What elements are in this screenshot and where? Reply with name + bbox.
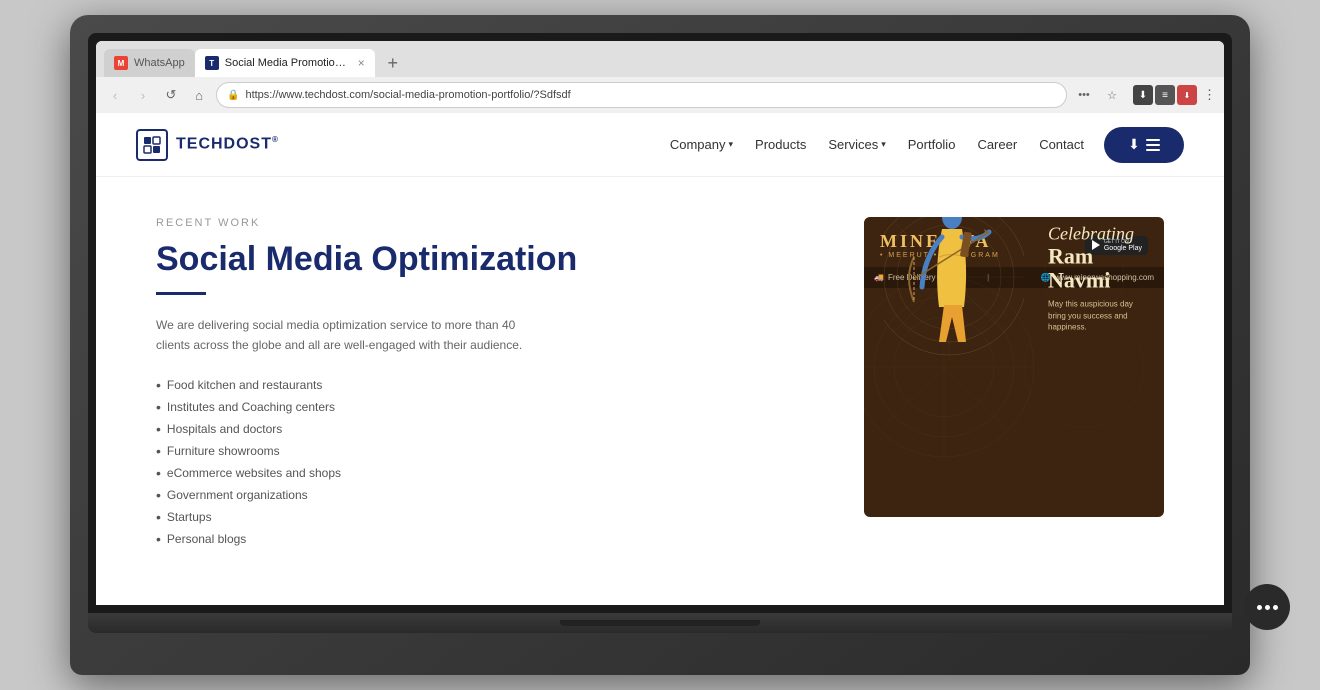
nav-links: Company ▾ Products Services ▾ Portfolio (670, 137, 1084, 152)
minerwa-card: MINERWA • MEERUT • GURUGRAM GET I (864, 217, 1164, 517)
ram-navmi-text: RamNavmi (1048, 244, 1148, 292)
services-label: Services (828, 137, 878, 152)
list-item: Startups (156, 506, 824, 528)
list-item-text: Hospitals and doctors (167, 422, 282, 436)
list-item-text: Government organizations (167, 488, 308, 502)
list-item-text: eCommerce websites and shops (167, 466, 341, 480)
site-logo: TECHDOST® (136, 129, 279, 161)
tab-close-button[interactable]: × (358, 57, 365, 69)
company-label: Company (670, 137, 726, 152)
list-item: Furniture showrooms (156, 440, 824, 462)
tab-bar: M WhatsApp T Social Media Promotion Port… (96, 41, 1224, 77)
chevron-down-icon: ▾ (729, 139, 734, 150)
menu-lines-icon (1146, 139, 1160, 151)
screen-bezel: M WhatsApp T Social Media Promotion Port… (88, 33, 1232, 613)
more-options-button[interactable]: ••• (1073, 84, 1095, 106)
logo-name: TECHDOST (176, 136, 272, 153)
list-item-text: Furniture showrooms (167, 444, 280, 458)
page-description: We are delivering social media optimizat… (156, 315, 536, 356)
nav-services[interactable]: Services ▾ (828, 137, 885, 152)
address-bar[interactable]: 🔒 https://www.techdost.com/social-media-… (216, 82, 1067, 108)
contact-label: Contact (1039, 137, 1084, 152)
nav-portfolio[interactable]: Portfolio (908, 137, 956, 152)
lock-icon: 🔒 (227, 90, 239, 101)
more-options-icon: ••• (1078, 89, 1090, 101)
two-column-layout: RECENT WORK Social Media Optimization We… (156, 217, 1164, 550)
browser-menu-button[interactable]: ⋮ (1203, 87, 1216, 103)
site-navbar: TECHDOST® Company ▾ Products Services (96, 113, 1224, 177)
list-item: Institutes and Coaching centers (156, 396, 824, 418)
nav-company[interactable]: Company ▾ (670, 137, 733, 152)
logo-text: TECHDOST® (176, 135, 279, 153)
forward-button[interactable]: › (132, 84, 154, 106)
nav-products[interactable]: Products (755, 137, 806, 152)
new-tab-button[interactable]: + (379, 49, 407, 77)
laptop-hinge (560, 620, 760, 626)
tab-techdost-label: Social Media Promotion Portfo... (225, 57, 352, 69)
products-label: Products (755, 137, 806, 152)
nav-career[interactable]: Career (977, 137, 1017, 152)
page-content: TECHDOST® Company ▾ Products Services (96, 113, 1224, 605)
logo-icon (136, 129, 168, 161)
page-title: Social Media Optimization (156, 239, 824, 280)
list-item-text: Startups (167, 510, 212, 524)
list-item: Personal blogs (156, 528, 824, 550)
browser-window: M WhatsApp T Social Media Promotion Port… (96, 41, 1224, 605)
menu-line-3 (1146, 149, 1160, 151)
list-item: Hospitals and doctors (156, 418, 824, 440)
right-column: MINERWA • MEERUT • GURUGRAM GET I (864, 217, 1164, 517)
archer-svg (884, 217, 1024, 367)
career-label: Career (977, 137, 1017, 152)
list-item: eCommerce websites and shops (156, 462, 824, 484)
address-bar-row: ‹ › ↺ ⌂ 🔒 https://www.techdost.com/socia… (96, 77, 1224, 113)
celebration-text: Celebrating RamNavmi May this auspicious… (1048, 223, 1148, 332)
nav-contact[interactable]: Contact (1039, 137, 1084, 152)
star-icon: ☆ (1107, 89, 1117, 102)
list-item-text: Food kitchen and restaurants (167, 378, 322, 392)
reload-button[interactable]: ↺ (160, 84, 182, 106)
laptop-base (88, 613, 1232, 633)
title-underline (156, 292, 206, 295)
celebrating-label: Celebrating (1048, 223, 1148, 244)
ext-icon-2[interactable]: ≡ (1155, 85, 1175, 105)
portfolio-label: Portfolio (908, 137, 956, 152)
recent-work-label: RECENT WORK (156, 217, 824, 229)
list-item-text: Institutes and Coaching centers (167, 400, 335, 414)
list-item: Government organizations (156, 484, 824, 506)
archer-illustration (884, 217, 1024, 347)
ext-icon-3[interactable]: ⬇ (1177, 85, 1197, 105)
left-column: RECENT WORK Social Media Optimization We… (156, 217, 824, 550)
list-item-text: Personal blogs (167, 532, 246, 546)
browser-chrome: M WhatsApp T Social Media Promotion Port… (96, 41, 1224, 113)
tab-techdost[interactable]: T Social Media Promotion Portfo... × (195, 49, 375, 77)
bookmark-button[interactable]: ☆ (1101, 84, 1123, 106)
back-button[interactable]: ‹ (104, 84, 126, 106)
cta-button[interactable]: ⬇ (1104, 127, 1184, 163)
nav-cta: ⬇ (1104, 127, 1184, 163)
url-text: https://www.techdost.com/social-media-pr… (245, 89, 570, 101)
logo-registered: ® (272, 135, 279, 144)
menu-line-2 (1146, 144, 1160, 146)
home-button[interactable]: ⌂ (188, 84, 210, 106)
ext-icon-1[interactable]: ⬇ (1133, 85, 1153, 105)
techdost-favicon: T (205, 56, 219, 70)
service-list: Food kitchen and restaurants Institutes … (156, 374, 824, 550)
list-item: Food kitchen and restaurants (156, 374, 824, 396)
main-content: RECENT WORK Social Media Optimization We… (96, 177, 1224, 590)
download-icon: ⬇ (1128, 136, 1140, 153)
tab-gmail-label: WhatsApp (134, 57, 185, 69)
tab-gmail[interactable]: M WhatsApp (104, 49, 195, 77)
services-chevron-icon: ▾ (881, 139, 886, 150)
second-section: BANNERS AND FLYERS Social Media Banners (96, 590, 1224, 605)
gmail-favicon: M (114, 56, 128, 70)
laptop-shell: M WhatsApp T Social Media Promotion Port… (70, 15, 1250, 675)
extension-icons: ⬇ ≡ ⬇ (1133, 85, 1197, 105)
menu-line-1 (1146, 139, 1160, 141)
blessing-text: May this auspicious day bring you succes… (1048, 299, 1148, 333)
